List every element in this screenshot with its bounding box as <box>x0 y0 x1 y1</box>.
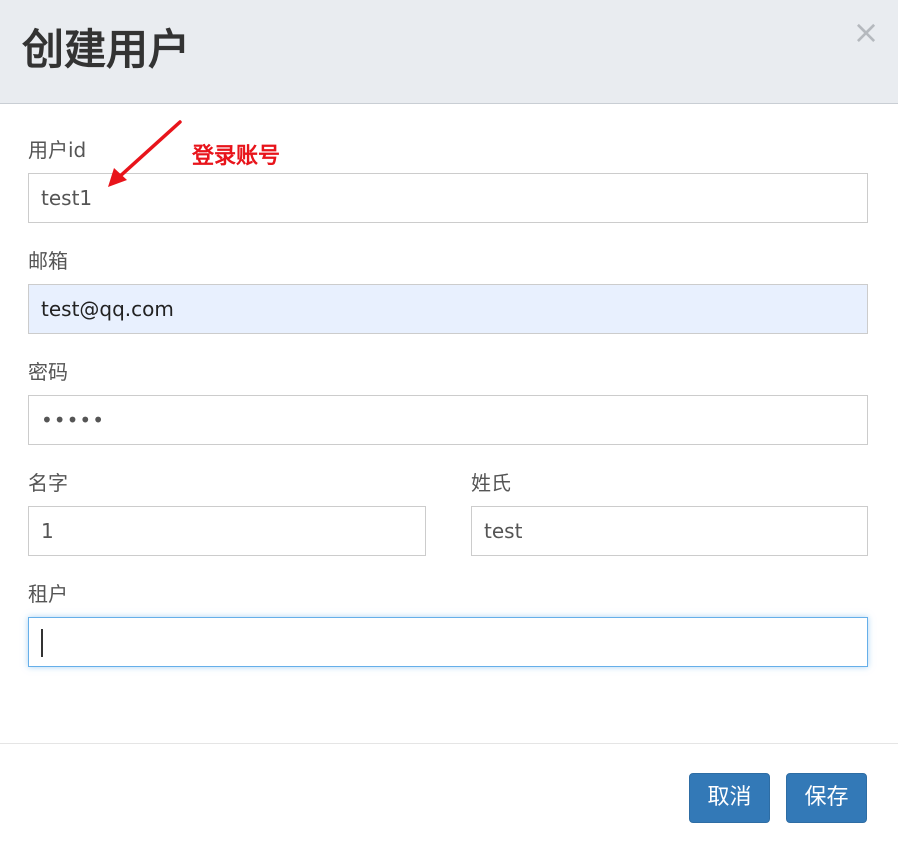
first-name-label: 名字 <box>28 471 68 495</box>
text-cursor <box>41 629 43 657</box>
user-id-label: 用户id <box>28 138 87 162</box>
last-name-label: 姓氏 <box>471 471 511 495</box>
email-input[interactable]: test@qq.com <box>28 284 868 334</box>
save-button[interactable]: 保存 <box>786 773 867 823</box>
close-icon[interactable]: × <box>850 14 882 50</box>
email-label: 邮箱 <box>28 249 68 273</box>
password-label: 密码 <box>28 360 68 384</box>
dialog-title: 创建用户 <box>22 25 191 74</box>
cancel-button[interactable]: 取消 <box>689 773 770 823</box>
modal-header: 创建用户 × <box>0 0 898 104</box>
arrow-icon <box>108 120 182 187</box>
tenant-label: 租户 <box>28 582 68 606</box>
tenant-input[interactable] <box>28 617 868 667</box>
last-name-input[interactable]: test <box>471 506 868 556</box>
footer-divider <box>0 743 898 744</box>
first-name-input[interactable]: 1 <box>28 506 426 556</box>
annotation-label: 登录账号 <box>192 144 281 169</box>
password-input[interactable]: ••••• <box>28 395 868 445</box>
